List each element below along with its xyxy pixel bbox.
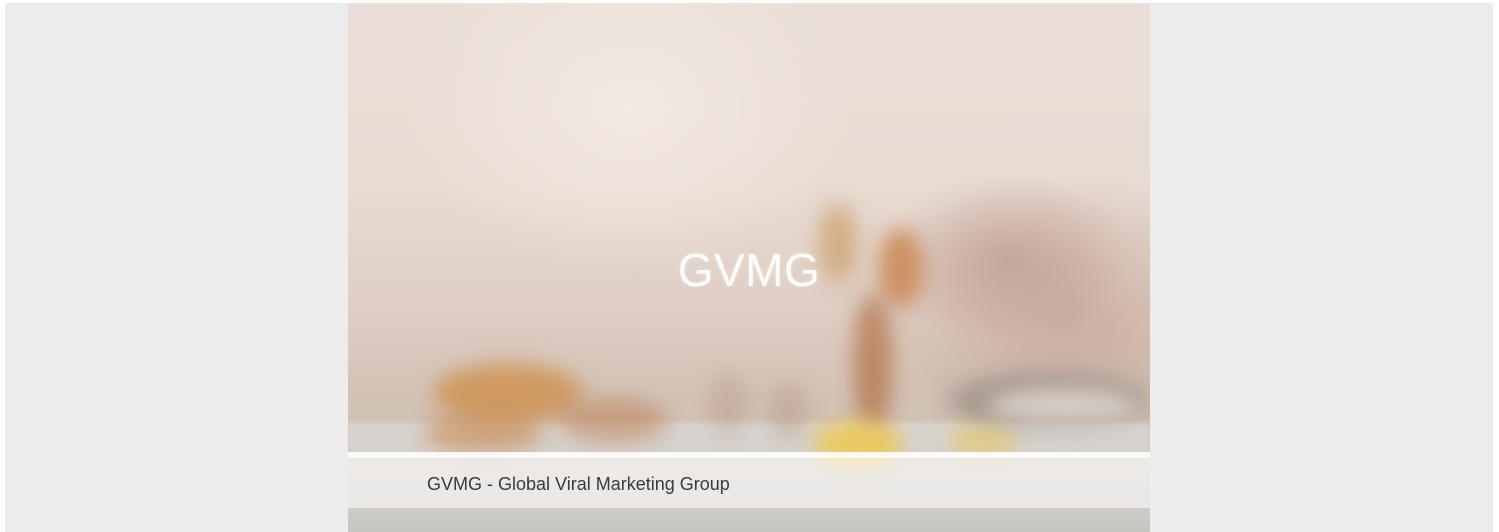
bottom-strip	[348, 508, 1150, 532]
page-background: GVMG GVMG - Global Viral Marketing Group	[5, 3, 1493, 532]
hero-banner[interactable]: GVMG GVMG - Global Viral Marketing Group	[348, 3, 1150, 532]
caption-bar[interactable]: GVMG - Global Viral Marketing Group	[348, 452, 1150, 508]
caption-text: GVMG - Global Viral Marketing Group	[427, 474, 730, 494]
hero-title: GVMG	[677, 244, 821, 296]
